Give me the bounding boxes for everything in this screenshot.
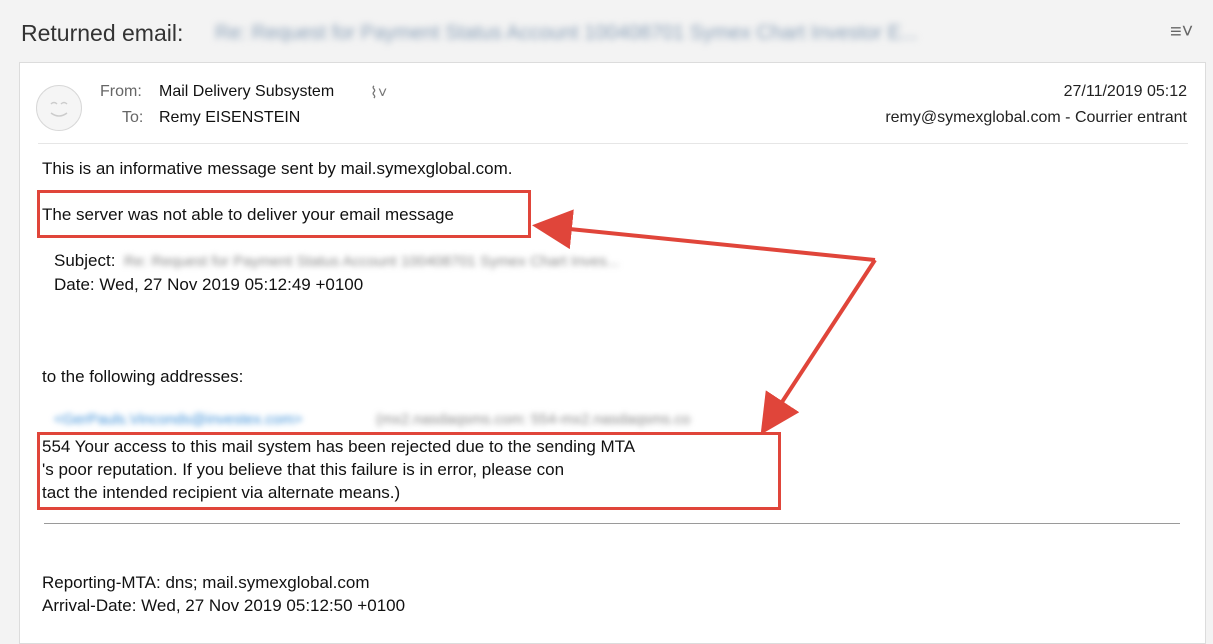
to-value[interactable]: Remy EISENSTEIN [159,109,300,127]
smiley-icon [50,101,68,117]
section-divider [44,523,1180,524]
list-menu-icon[interactable]: ≡˅ [1170,20,1204,44]
from-value[interactable]: Mail Delivery Subsystem [159,83,334,101]
subject-value: Re: Request for Payment Status Account 1… [124,253,620,270]
avatar [36,85,82,131]
highlight-box-not-delivered [37,190,531,238]
date-line: Date: Wed, 27 Nov 2019 05:12:49 +0100 [54,275,364,294]
following-addresses-text: to the following addresses: [42,367,244,386]
attachment-icon[interactable]: ⌇˅ [370,83,387,103]
intro-text: This is an informative message sent by m… [42,159,513,178]
mailbox-label: remy@symexglobal.com - Courrier entrant [885,109,1187,126]
header-divider [38,143,1188,144]
title-label: Returned email: [21,20,184,46]
message-date: 27/11/2019 05:12 [1063,83,1187,100]
reporting-mta-text: Reporting-MTA: dns; mail.symexglobal.com [42,573,370,592]
subject-label: Subject: [54,251,116,270]
recipient-address-link[interactable]: <GerPauls.Vinconds@investex.com> [54,411,302,428]
to-label: To: [122,109,144,126]
from-label: From: [100,83,142,100]
recipient-address-detail: (mx2.nasdaqsms.com: 554-mx2.nasdaqsms.co [376,411,691,428]
message-card: From: Mail Delivery Subsystem ⌇˅ To: Rem… [19,62,1206,644]
window-title-bar: Returned email: Re: Request for Payment … [0,0,1213,62]
arrival-date-text: Arrival-Date: Wed, 27 Nov 2019 05:12:50 … [42,596,406,615]
title-subject: Re: Request for Payment Status Account 1… [215,22,918,44]
highlight-box-error [37,432,781,510]
